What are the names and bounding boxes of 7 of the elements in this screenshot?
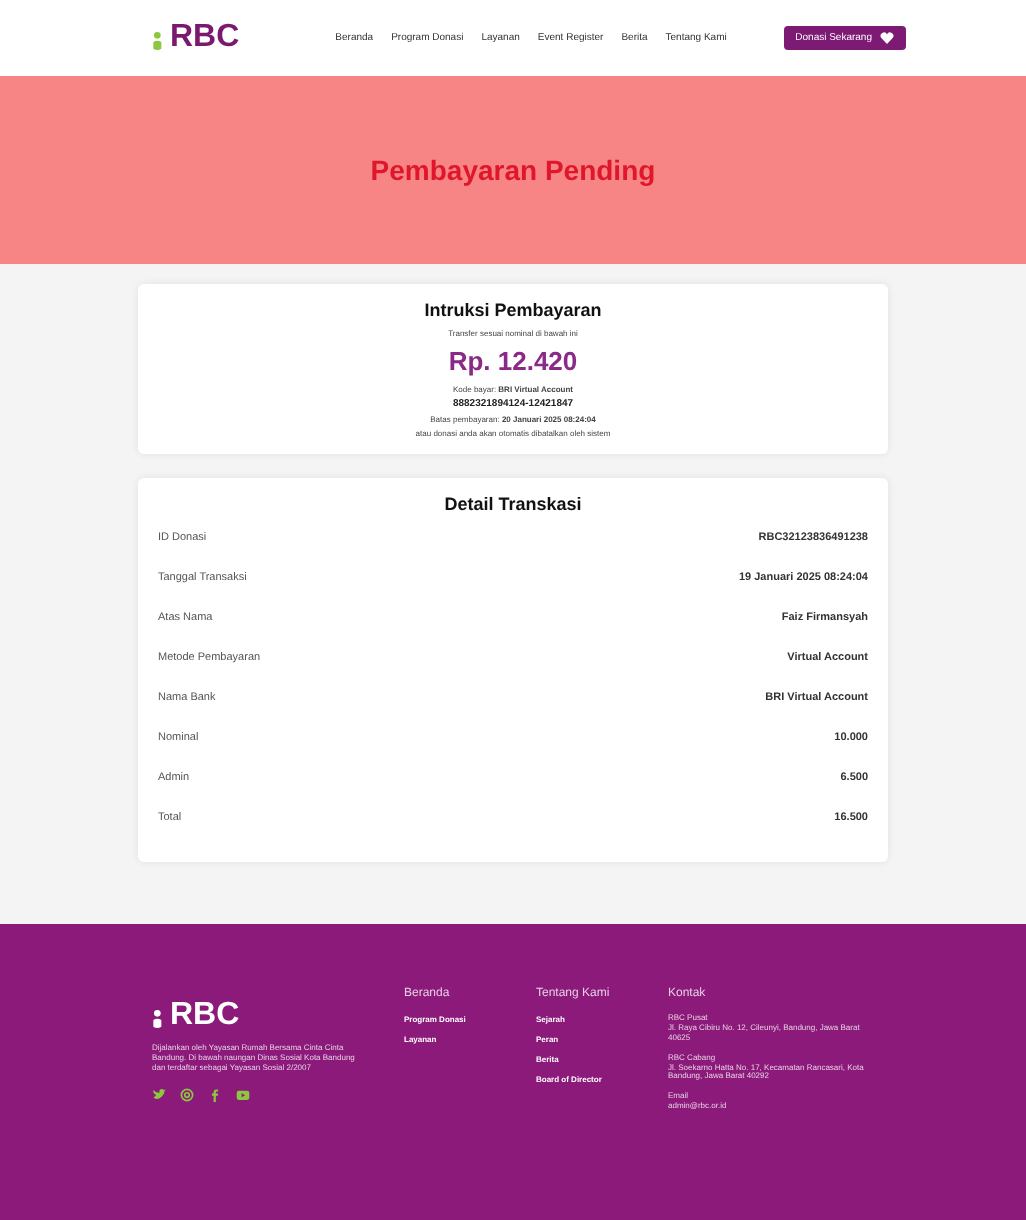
page-title: Pembayaran Pending [370,154,656,186]
rbc-logo[interactable]: RBC [152,22,240,54]
logo-text: RBC [170,22,240,54]
card-title: Intruksi Pembayaran [424,300,602,320]
logo-text: RBC [170,1000,240,1032]
card-title: Detail Transkasi [442,494,584,514]
amount-text: Rp. 12.420 [448,346,578,376]
